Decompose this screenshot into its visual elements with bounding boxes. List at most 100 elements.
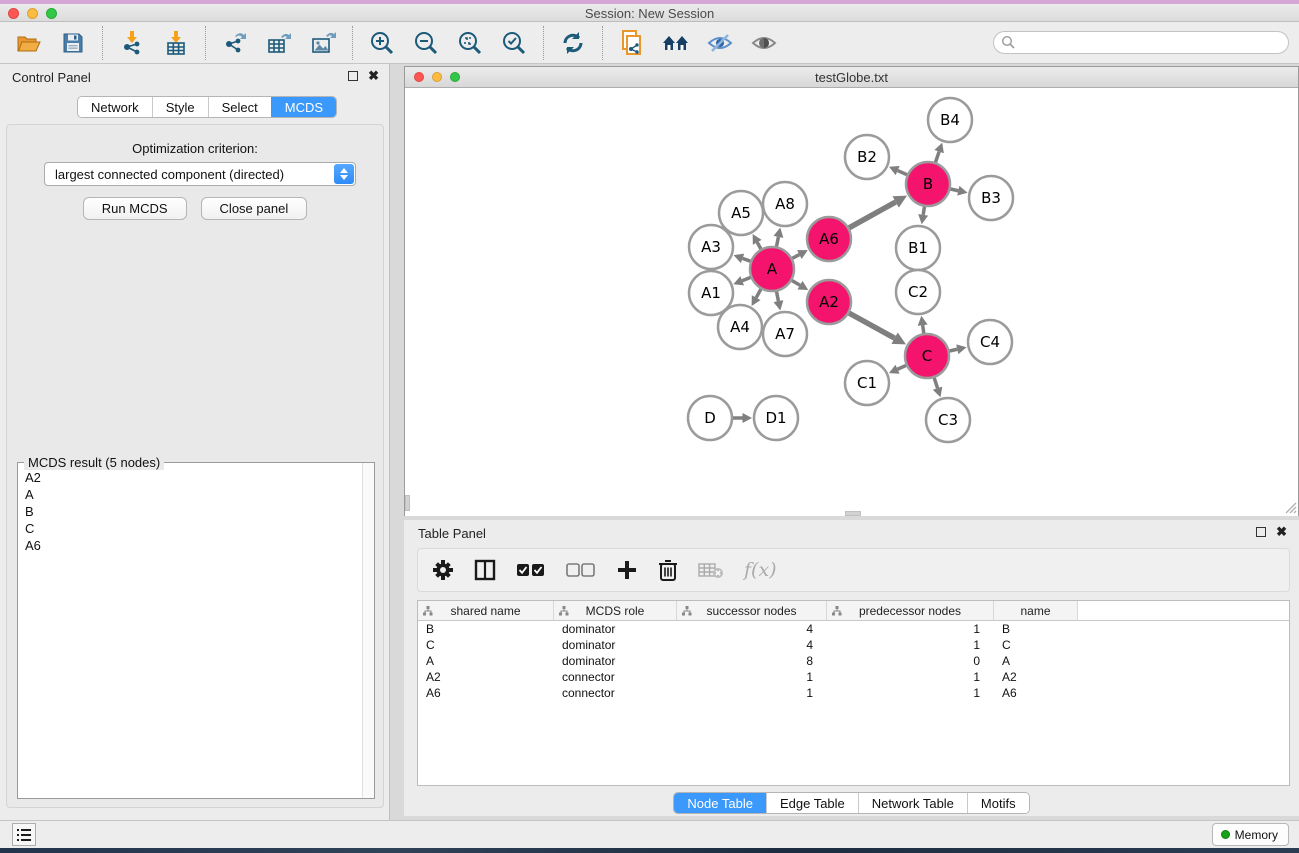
graph-node-label-A6: A6 xyxy=(819,230,839,248)
select-all-icon[interactable] xyxy=(516,562,546,578)
graph-edge-A-A6[interactable] xyxy=(792,255,799,259)
graph-node-label-B3: B3 xyxy=(981,189,1001,207)
network-titlebar[interactable]: testGlobe.txt xyxy=(405,67,1298,88)
result-scrollbar[interactable] xyxy=(362,463,374,798)
table-row-a2[interactable]: A2connector11A2 xyxy=(418,669,1289,685)
cell-name: B xyxy=(994,621,1078,637)
table-row-c[interactable]: Cdominator41C xyxy=(418,637,1289,653)
graph-edge-A-A8[interactable] xyxy=(777,237,779,247)
zoom-in-icon[interactable] xyxy=(367,28,397,58)
cell-shared-name: B xyxy=(418,621,554,637)
column-header-shared-name[interactable]: shared name xyxy=(418,601,554,620)
open-file-icon[interactable] xyxy=(14,28,44,58)
gear-icon[interactable] xyxy=(432,559,454,581)
graph-edge-C-C2[interactable] xyxy=(923,325,924,333)
column-header-name[interactable]: name xyxy=(994,601,1078,620)
graph-edge-A-A7[interactable] xyxy=(777,292,779,302)
tab-network[interactable]: Network xyxy=(78,97,152,117)
graph-edge-C-C4[interactable] xyxy=(949,349,957,351)
hide-selected-icon[interactable] xyxy=(705,28,735,58)
graph-node-label-B2: B2 xyxy=(857,148,877,166)
network-canvas[interactable]: B4B2BB3A5A8A6A3B1AA1C2A2A4A7C4CC1DD1C3 xyxy=(405,89,1298,516)
result-item-c[interactable]: C xyxy=(19,520,362,537)
clone-network-icon[interactable] xyxy=(617,28,647,58)
close-panel-icon[interactable]: ✖ xyxy=(368,71,379,81)
table-tabs: Node TableEdge TableNetwork TableMotifs xyxy=(673,792,1029,814)
optimization-select[interactable]: largest connected component (directed) xyxy=(44,162,356,186)
task-history-button[interactable] xyxy=(12,823,36,846)
graph-edge-B-B3[interactable] xyxy=(950,189,958,191)
run-mcds-button[interactable]: Run MCDS xyxy=(83,197,187,220)
deselect-all-icon[interactable] xyxy=(566,562,596,578)
cell-predecessor-nodes: 1 xyxy=(827,685,994,701)
graph-edge-A2-C[interactable] xyxy=(849,313,894,338)
zoom-out-icon[interactable] xyxy=(411,28,441,58)
graph-edge-B-B2[interactable] xyxy=(898,171,907,175)
delete-table-icon[interactable] xyxy=(698,561,724,579)
result-item-b[interactable]: B xyxy=(19,503,362,520)
cell-MCDS-role: dominator xyxy=(554,637,677,653)
graph-edge-A-A3[interactable] xyxy=(743,258,751,261)
function-builder-icon[interactable]: f(x) xyxy=(744,559,777,581)
cell-shared-name: C xyxy=(418,637,554,653)
tab-mcds[interactable]: MCDS xyxy=(271,97,336,117)
refresh-icon[interactable] xyxy=(558,28,588,58)
graph-edge-B-B4[interactable] xyxy=(935,152,939,163)
float-panel-icon[interactable] xyxy=(348,71,358,81)
graph-edge-A-A5[interactable] xyxy=(757,242,761,249)
table-toolbar: f(x) xyxy=(417,548,1290,592)
result-item-a[interactable]: A xyxy=(19,486,362,503)
search-input[interactable] xyxy=(993,31,1289,54)
horizontal-scroll-thumb[interactable] xyxy=(845,511,861,516)
graph-edge-A-A1[interactable] xyxy=(742,277,750,280)
vertical-scroll-thumb[interactable] xyxy=(405,495,410,511)
table-row-b[interactable]: Bdominator41B xyxy=(418,621,1289,637)
mcds-result-list: A2ABCA6 xyxy=(19,469,362,797)
graph-edge-C-C1[interactable] xyxy=(898,365,906,369)
column-view-icon[interactable] xyxy=(474,558,496,582)
graph-arrow-C-C3 xyxy=(933,387,943,398)
tab-style[interactable]: Style xyxy=(152,97,208,117)
first-neighbors-icon[interactable] xyxy=(661,28,691,58)
close-panel-button[interactable]: Close panel xyxy=(201,197,308,220)
column-header-predecessor-nodes[interactable]: predecessor nodes xyxy=(827,601,994,620)
graph-edge-A-A2[interactable] xyxy=(792,281,800,286)
import-network-icon[interactable] xyxy=(117,28,147,58)
graph-edge-C-C3[interactable] xyxy=(934,378,937,388)
network-window: testGlobe.txt B4B2BB3A5A8A6A3B1AA1C2A2A4… xyxy=(404,66,1299,516)
table-close-panel-icon[interactable]: ✖ xyxy=(1276,527,1287,537)
tab-motifs[interactable]: Motifs xyxy=(967,793,1029,813)
delete-icon[interactable] xyxy=(658,558,678,582)
export-network-icon[interactable] xyxy=(220,28,250,58)
graph-edge-A6-B[interactable] xyxy=(849,202,896,228)
memory-button[interactable]: Memory xyxy=(1212,823,1289,846)
tab-node-table[interactable]: Node Table xyxy=(674,793,766,813)
graph-edge-B-B1[interactable] xyxy=(923,207,924,215)
cell-shared-name: A xyxy=(418,653,554,669)
zoom-fit-icon[interactable] xyxy=(455,28,485,58)
export-table-icon[interactable] xyxy=(264,28,294,58)
table-row-a6[interactable]: A6connector11A6 xyxy=(418,685,1289,701)
column-header-successor-nodes[interactable]: successor nodes xyxy=(677,601,827,620)
column-header-MCDS-role[interactable]: MCDS role xyxy=(554,601,677,620)
tab-edge-table[interactable]: Edge Table xyxy=(766,793,858,813)
table-row-a[interactable]: Adominator80A xyxy=(418,653,1289,669)
control-panel-title: Control Panel xyxy=(12,70,91,85)
resize-grip-icon[interactable] xyxy=(1284,501,1297,514)
export-image-icon[interactable] xyxy=(308,28,338,58)
result-item-a2[interactable]: A2 xyxy=(19,469,362,486)
save-session-icon[interactable] xyxy=(58,28,88,58)
add-column-icon[interactable] xyxy=(616,559,638,581)
tab-network-table[interactable]: Network Table xyxy=(858,793,967,813)
cell-MCDS-role: dominator xyxy=(554,621,677,637)
table-float-panel-icon[interactable] xyxy=(1256,527,1266,537)
result-item-a6[interactable]: A6 xyxy=(19,537,362,554)
zoom-selected-icon[interactable] xyxy=(499,28,529,58)
column-header-filler xyxy=(1078,601,1289,620)
import-table-icon[interactable] xyxy=(161,28,191,58)
tab-select[interactable]: Select xyxy=(208,97,271,117)
graph-arrow-B-B1 xyxy=(918,214,928,224)
graph-node-label-B: B xyxy=(923,175,933,193)
show-all-icon[interactable] xyxy=(749,28,779,58)
graph-edge-A-A4[interactable] xyxy=(756,289,761,298)
